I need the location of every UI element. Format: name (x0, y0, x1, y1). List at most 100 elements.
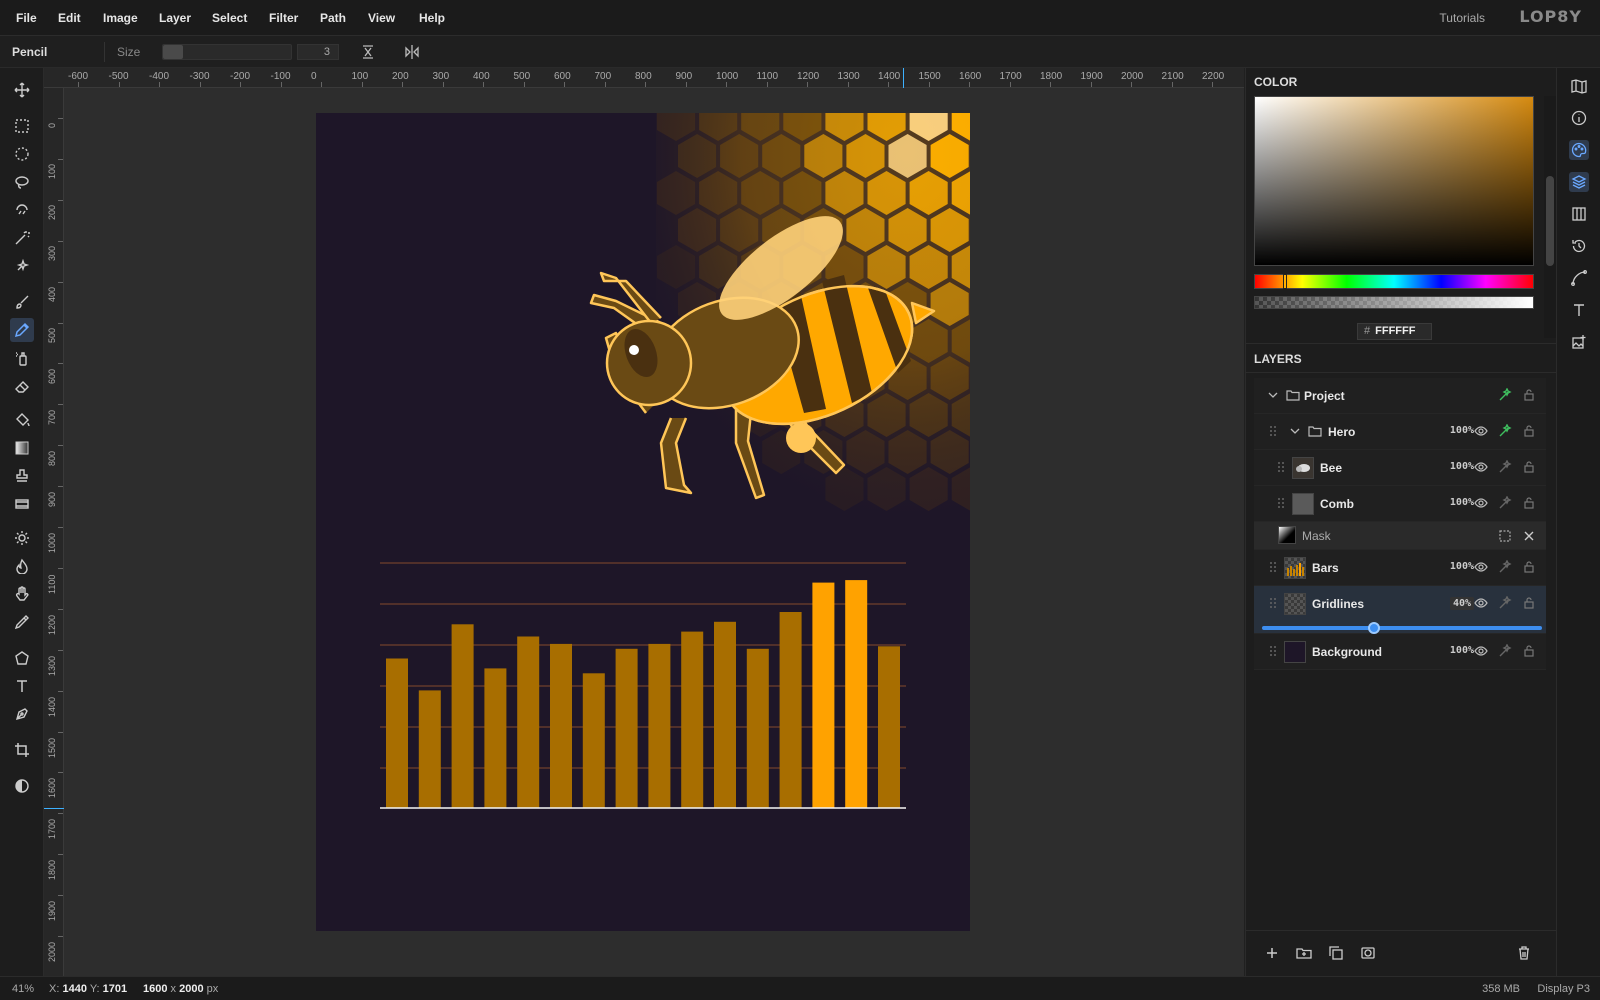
layer-opacity[interactable]: 100% (1450, 645, 1474, 656)
menu-path[interactable]: Path (320, 11, 346, 25)
dodge-icon[interactable] (10, 526, 34, 550)
tutorials-link[interactable]: Tutorials (1439, 11, 1485, 25)
layer-row-hero[interactable]: Hero 100% (1254, 414, 1546, 450)
lock-icon[interactable] (1522, 424, 1536, 438)
fx-icon[interactable] (1498, 424, 1512, 438)
size-slider[interactable] (162, 44, 292, 60)
layer-row-mask[interactable]: Mask (1254, 522, 1546, 550)
duplicate-layer-icon[interactable] (1328, 945, 1344, 961)
map-icon[interactable] (1569, 76, 1589, 96)
drag-handle-icon[interactable] (1266, 424, 1280, 438)
lock-icon[interactable] (1522, 496, 1536, 510)
stamp-icon[interactable] (10, 464, 34, 488)
layers-icon[interactable] (1569, 172, 1589, 192)
eye-icon[interactable] (1474, 644, 1488, 658)
drag-handle-icon[interactable] (1274, 496, 1288, 510)
ellipse-select-icon[interactable] (10, 142, 34, 166)
layer-row-background[interactable]: Background 100% (1254, 634, 1546, 670)
drag-handle-icon[interactable] (1266, 596, 1280, 610)
fx-icon[interactable] (1498, 644, 1512, 658)
lock-icon[interactable] (1522, 596, 1536, 610)
color-saturation-value-picker[interactable] (1254, 96, 1534, 266)
menu-select[interactable]: Select (212, 11, 247, 25)
menu-filter[interactable]: Filter (269, 11, 298, 25)
pen-icon[interactable] (10, 702, 34, 726)
lasso-icon[interactable] (10, 170, 34, 194)
menu-image[interactable]: Image (103, 11, 138, 25)
columns-icon[interactable] (1569, 204, 1589, 224)
info-icon[interactable] (1569, 108, 1589, 128)
workspace[interactable] (64, 88, 1244, 976)
scrollbar-thumb[interactable] (1546, 176, 1554, 266)
alpha-slider[interactable] (1254, 296, 1534, 309)
type-icon[interactable] (1569, 300, 1589, 320)
contrast-icon[interactable] (10, 774, 34, 798)
lock-icon[interactable] (1522, 388, 1536, 402)
lock-icon[interactable] (1522, 644, 1536, 658)
layer-row-bars[interactable]: Bars 100% (1254, 550, 1546, 586)
filmstrip-icon[interactable] (10, 492, 34, 516)
close-icon[interactable] (1522, 529, 1536, 543)
chevron-down-icon[interactable] (1266, 388, 1280, 402)
lock-icon[interactable] (1522, 560, 1536, 574)
eyedropper-icon[interactable] (10, 610, 34, 634)
fx-icon[interactable] (1498, 388, 1512, 402)
fx-icon[interactable] (1498, 460, 1512, 474)
menu-help[interactable]: Help (419, 11, 445, 25)
fx-icon[interactable] (1498, 560, 1512, 574)
eye-icon[interactable] (1474, 424, 1488, 438)
layer-row-project[interactable]: Project (1254, 378, 1546, 414)
magnetic-lasso-icon[interactable] (10, 198, 34, 222)
layer-row-gridlines[interactable]: Gridlines 40% (1254, 586, 1546, 634)
layer-opacity[interactable]: 100% (1450, 461, 1474, 472)
eye-icon[interactable] (1474, 560, 1488, 574)
eye-icon[interactable] (1474, 460, 1488, 474)
quick-select-icon[interactable] (10, 254, 34, 278)
pencil-icon[interactable] (10, 318, 34, 342)
crop-icon[interactable] (10, 738, 34, 762)
trash-icon[interactable] (1516, 945, 1532, 961)
polygon-icon[interactable] (10, 646, 34, 670)
layer-row-bee[interactable]: Bee 100% (1254, 450, 1546, 486)
layer-opacity[interactable]: 40% (1449, 597, 1474, 610)
magic-wand-icon[interactable] (10, 226, 34, 250)
hex-color-input[interactable]: # FFFFFF (1357, 323, 1432, 340)
menu-layer[interactable]: Layer (159, 11, 191, 25)
add-layer-icon[interactable] (1264, 945, 1280, 961)
layer-opacity-slider[interactable] (1262, 622, 1542, 634)
fx-icon[interactable] (1498, 496, 1512, 510)
eye-icon[interactable] (1474, 496, 1488, 510)
chevron-down-icon[interactable] (1288, 424, 1302, 438)
symmetry-icon[interactable] (404, 44, 420, 60)
menu-file[interactable]: File (16, 11, 37, 25)
image-add-icon[interactable] (1569, 332, 1589, 352)
fx-icon[interactable] (1498, 596, 1512, 610)
brush-icon[interactable] (10, 290, 34, 314)
color-panel-scrollbar[interactable] (1544, 96, 1556, 338)
layer-opacity-slider-thumb[interactable] (1368, 622, 1380, 634)
hue-slider-thumb[interactable] (1283, 274, 1287, 289)
pressure-size-icon[interactable] (360, 44, 376, 60)
mask-select-icon[interactable] (1498, 529, 1512, 543)
text-icon[interactable] (10, 674, 34, 698)
layer-opacity[interactable]: 100% (1450, 425, 1474, 436)
hue-slider[interactable] (1254, 274, 1534, 289)
size-input[interactable]: 3 (297, 44, 339, 60)
rect-select-icon[interactable] (10, 114, 34, 138)
drag-handle-icon[interactable] (1274, 460, 1288, 474)
drag-handle-icon[interactable] (1266, 560, 1280, 574)
path-icon[interactable] (1569, 268, 1589, 288)
move-icon[interactable] (10, 78, 34, 102)
menu-edit[interactable]: Edit (58, 11, 81, 25)
size-slider-thumb[interactable] (163, 45, 183, 59)
menu-view[interactable]: View (368, 11, 395, 25)
layer-opacity[interactable]: 100% (1450, 561, 1474, 572)
layer-opacity[interactable]: 100% (1450, 497, 1474, 508)
document-canvas[interactable] (316, 113, 970, 931)
add-folder-icon[interactable] (1296, 945, 1312, 961)
zoom-level[interactable]: 41% (12, 983, 34, 995)
eraser-icon[interactable] (10, 374, 34, 398)
eye-icon[interactable] (1474, 596, 1488, 610)
drag-handle-icon[interactable] (1266, 644, 1280, 658)
palette-icon[interactable] (1569, 140, 1589, 160)
